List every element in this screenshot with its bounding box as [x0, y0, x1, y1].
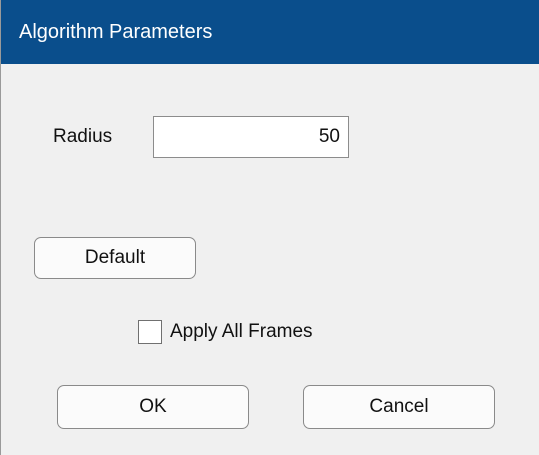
apply-all-frames-label[interactable]: Apply All Frames: [170, 319, 313, 345]
default-button[interactable]: Default: [34, 237, 196, 279]
dialog-titlebar[interactable]: Algorithm Parameters: [1, 0, 539, 64]
apply-all-frames-option[interactable]: Apply All Frames: [138, 319, 313, 345]
radius-input[interactable]: [153, 116, 349, 158]
algorithm-parameters-dialog: Algorithm Parameters Radius Default Appl…: [0, 0, 539, 455]
dialog-title: Algorithm Parameters: [19, 21, 213, 43]
cancel-button[interactable]: Cancel: [303, 385, 495, 429]
radius-label: Radius: [53, 126, 113, 147]
apply-all-frames-checkbox[interactable]: [138, 320, 162, 344]
ok-button[interactable]: OK: [57, 385, 249, 429]
